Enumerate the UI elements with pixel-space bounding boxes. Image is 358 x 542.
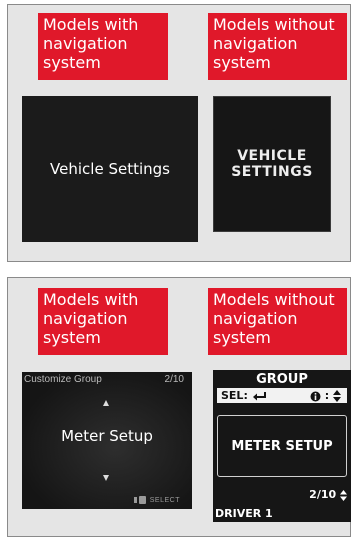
tag-line: system <box>213 328 271 347</box>
select-hint: SELECT <box>133 496 180 504</box>
tag-line: Models without <box>213 15 335 34</box>
screen-nav-vehicle-settings[interactable]: Vehicle Settings <box>22 96 198 242</box>
info-colon: : <box>324 389 330 402</box>
menu-item-meter-setup[interactable]: Meter Setup <box>22 427 192 445</box>
screen-label: Vehicle Settings <box>50 160 170 178</box>
screen-nav-meter-setup[interactable]: Customize Group 2/10 Meter Setup SELECT <box>22 372 192 509</box>
tag-line: Models with <box>43 15 139 34</box>
selector-knob-icon <box>134 496 147 504</box>
tag-models-with-navigation: Models with navigation system <box>38 13 168 80</box>
sel-label: SEL: <box>221 389 248 402</box>
page-count: 2/10 <box>309 488 337 501</box>
tag-line: navigation <box>43 34 128 53</box>
screen-label-line: SETTINGS <box>231 164 313 180</box>
header-page: 2/10 <box>164 374 184 385</box>
panel-meter-setup: Models with navigation system Models wit… <box>7 277 351 537</box>
info-icon <box>310 391 321 401</box>
screen-label-line: VEHICLE <box>237 148 307 164</box>
tag-line: system <box>43 53 101 72</box>
up-down-arrows-icon <box>333 390 341 402</box>
tag-models-without-navigation: Models without navigation system <box>208 13 347 80</box>
scroll-down-icon[interactable] <box>103 475 109 481</box>
header-title: Customize Group <box>24 374 102 385</box>
driver-label: DRIVER 1 <box>215 507 273 520</box>
tag-line: Models with <box>43 290 139 309</box>
group-title: GROUP <box>256 372 308 387</box>
tag-models-with-navigation: Models with navigation system <box>38 288 168 355</box>
tag-models-without-navigation: Models without navigation system <box>208 288 347 355</box>
screen-header: Customize Group 2/10 <box>22 374 192 386</box>
scroll-up-icon[interactable] <box>103 400 109 406</box>
selection-bar: SEL: : <box>217 388 347 403</box>
enter-arrow-icon <box>252 392 266 401</box>
tag-line: navigation <box>213 309 298 328</box>
screen-nonav-vehicle-settings[interactable]: VEHICLE SETTINGS <box>213 96 331 232</box>
panel-vehicle-settings: Models with navigation system Models wit… <box>7 4 351 262</box>
tag-line: system <box>213 53 271 72</box>
up-down-arrows-icon <box>340 489 347 501</box>
tag-line: navigation <box>213 34 298 53</box>
page-counter: 2/10 <box>309 488 347 501</box>
select-hint-label: SELECT <box>149 496 180 504</box>
tag-line: Models without <box>213 290 335 309</box>
screen-nonav-meter-setup[interactable]: GROUP SEL: : METER SETUP 2/10 DRIVER 1 <box>213 370 351 522</box>
menu-item-meter-setup[interactable]: METER SETUP <box>217 415 347 477</box>
tag-line: system <box>43 328 101 347</box>
tag-line: navigation <box>43 309 128 328</box>
